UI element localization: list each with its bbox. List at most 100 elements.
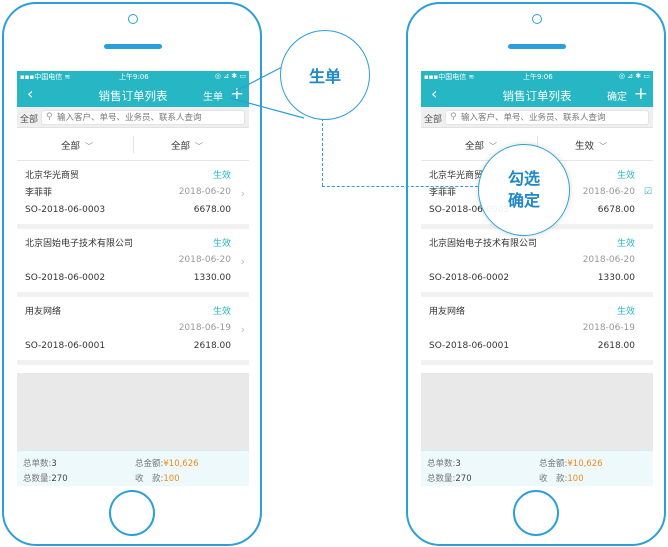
order-status: 生效 — [616, 307, 635, 317]
order-status: 生效 — [616, 171, 635, 181]
screen-right: ▪▪▪中国电信 ≋ 上午9:06 ◎ ⊿ ✱ ▭ ‹ 销售订单列表 确定 + 全… — [421, 71, 653, 486]
order-date: 2018-06-20 — [582, 187, 635, 197]
order-date: 2018-06-19 — [582, 323, 635, 333]
screen-left: ▪▪▪中国电信 ≋ 上午9:06 ◎ ⊿ ✱ ▭ ‹ 销售订单列表 生单 + 全… — [17, 71, 249, 486]
chevron-down-icon: ﹀ — [195, 142, 204, 151]
order-customer: 北京华光商贸 — [429, 171, 484, 181]
speaker — [508, 44, 566, 49]
search-box[interactable]: ⚲ — [41, 110, 245, 125]
status-time: 上午9:06 — [119, 73, 149, 81]
order-amount: 6678.00 — [193, 205, 231, 215]
status-bar: ▪▪▪中国电信 ≋ 上午9:06 ◎ ⊿ ✱ ▭ — [17, 71, 249, 83]
order-row[interactable]: 用友网络 生效 2018-06-19 SO-2018-06-0001 2618.… — [421, 297, 653, 365]
wifi-icon: ≋ — [64, 73, 71, 81]
order-amount: 1330.00 — [193, 273, 231, 283]
status-bar: ▪▪▪中国电信 ≋ 上午9:06 ◎ ⊿ ✱ ▭ — [421, 71, 653, 83]
summary-qty: 总数量:270 — [23, 474, 68, 484]
search-scope-dropdown[interactable]: 全部 — [424, 112, 442, 125]
summary-order-count: 总单数:3 — [23, 459, 57, 469]
carrier-label: ▪▪▪中国电信 ≋ — [20, 73, 71, 81]
order-amount: 6678.00 — [597, 205, 635, 215]
order-status: 生效 — [212, 171, 231, 181]
speaker — [104, 44, 162, 49]
order-date: 2018-06-19 — [178, 323, 231, 333]
order-customer: 北京固始电子技术有限公司 — [429, 239, 538, 249]
summary-qty: 总数量:270 — [427, 474, 472, 484]
callout-create: 生单 — [280, 30, 370, 120]
summary-bar: 总单数:3 总金额:¥10,626 总数量:270 收 款:100 — [17, 450, 249, 486]
filter-status-dropdown[interactable]: 全部 ﹀ — [61, 138, 93, 152]
checkbox-checked-icon[interactable]: ☑ — [644, 187, 652, 197]
order-amount: 2618.00 — [193, 341, 231, 351]
order-amount: 1330.00 — [597, 273, 635, 283]
divider — [133, 136, 134, 153]
order-number: SO-2018-06-0003 — [25, 205, 106, 215]
order-date: 2018-06-20 — [178, 187, 231, 197]
chevron-down-icon: ﹀ — [599, 142, 608, 151]
order-salesman: 李菲菲 — [25, 188, 53, 198]
chevron-right-icon: › — [240, 187, 245, 200]
order-row[interactable]: 北京固始电子技术有限公司 生效 2018-06-20 SO-2018-06-00… — [421, 229, 653, 297]
nav-bar: ‹ 销售订单列表 生单 + — [17, 83, 249, 107]
empty-area — [421, 373, 653, 450]
status-icons: ◎ ⊿ ✱ ▭ — [214, 72, 246, 80]
wifi-icon: ≋ — [468, 73, 475, 81]
home-button — [109, 490, 155, 536]
order-number: SO-2018-06-0002 — [25, 273, 106, 283]
empty-area — [17, 373, 249, 450]
order-customer: 北京固始电子技术有限公司 — [25, 239, 134, 249]
filter-status-dropdown[interactable]: 全部 ﹀ — [465, 138, 497, 152]
order-amount: 2618.00 — [597, 341, 635, 351]
order-number: SO-2018-06-0002 — [429, 273, 510, 283]
add-icon[interactable]: + — [230, 83, 244, 105]
chevron-down-icon: ﹀ — [489, 142, 498, 151]
search-input[interactable] — [461, 112, 646, 124]
search-input[interactable] — [57, 112, 242, 124]
order-date: 2018-06-20 — [178, 255, 231, 265]
summary-bar: 总单数:3 总金额:¥10,626 总数量:270 收 款:100 — [421, 450, 653, 486]
order-customer: 用友网络 — [25, 307, 62, 317]
order-number: SO-2018-06-0001 — [429, 341, 510, 351]
order-status: 生效 — [616, 239, 635, 249]
summary-amount: 总金额:¥10,626 — [539, 459, 603, 469]
summary-order-count: 总单数:3 — [427, 459, 461, 469]
chevron-right-icon: › — [240, 255, 245, 268]
summary-received: 收 款:100 — [539, 474, 584, 484]
search-icon: ⚲ — [46, 112, 53, 122]
order-row[interactable]: 用友网络 生效 2018-06-19 SO-2018-06-0001 2618.… — [17, 297, 249, 365]
camera — [532, 14, 542, 24]
status-time: 上午9:06 — [523, 73, 553, 81]
dashed-connector — [322, 118, 323, 186]
filter-type-dropdown[interactable]: 全部 ﹀ — [171, 138, 203, 152]
home-button — [513, 490, 559, 536]
order-row[interactable]: 北京固始电子技术有限公司 生效 2018-06-20 SO-2018-06-00… — [17, 229, 249, 297]
search-icon: ⚲ — [450, 112, 457, 122]
summary-received: 收 款:100 — [135, 474, 180, 484]
order-customer: 用友网络 — [429, 307, 466, 317]
search-box[interactable]: ⚲ — [445, 110, 649, 125]
add-icon[interactable]: + — [634, 83, 648, 105]
nav-bar: ‹ 销售订单列表 确定 + — [421, 83, 653, 107]
camera — [128, 14, 138, 24]
phone-frame-right: ▪▪▪中国电信 ≋ 上午9:06 ◎ ⊿ ✱ ▭ ‹ 销售订单列表 确定 + 全… — [406, 2, 666, 546]
order-number: SO-2018-06-0001 — [25, 341, 106, 351]
dashed-connector — [322, 186, 478, 187]
order-customer: 北京华光商贸 — [25, 171, 80, 181]
search-scope-dropdown[interactable]: 全部 — [20, 112, 38, 125]
order-status: 生效 — [212, 239, 231, 249]
filter-type-dropdown[interactable]: 生效 ﹀ — [575, 138, 607, 152]
signal-icon: ▪▪▪ — [424, 73, 439, 81]
create-order-button[interactable]: 生单 — [203, 88, 223, 103]
order-row[interactable]: 北京华光商贸 生效 李菲菲 2018-06-20 SO-2018-06-0003… — [17, 161, 249, 229]
summary-amount: 总金额:¥10,626 — [135, 459, 199, 469]
signal-icon: ▪▪▪ — [20, 73, 35, 81]
callout-select-confirm: 勾选 确定 — [478, 144, 570, 236]
status-icons: ◎ ⊿ ✱ ▭ — [618, 72, 650, 80]
phone-frame-left: ▪▪▪中国电信 ≋ 上午9:06 ◎ ⊿ ✱ ▭ ‹ 销售订单列表 生单 + 全… — [2, 2, 262, 546]
search-row: 全部 ⚲ — [421, 107, 653, 128]
chevron-right-icon: › — [240, 323, 245, 336]
search-row: 全部 ⚲ — [17, 107, 249, 128]
carrier-label: ▪▪▪中国电信 ≋ — [424, 73, 475, 81]
confirm-button[interactable]: 确定 — [607, 88, 627, 103]
filter-bar: 全部 ﹀ 全部 ﹀ — [17, 128, 249, 161]
